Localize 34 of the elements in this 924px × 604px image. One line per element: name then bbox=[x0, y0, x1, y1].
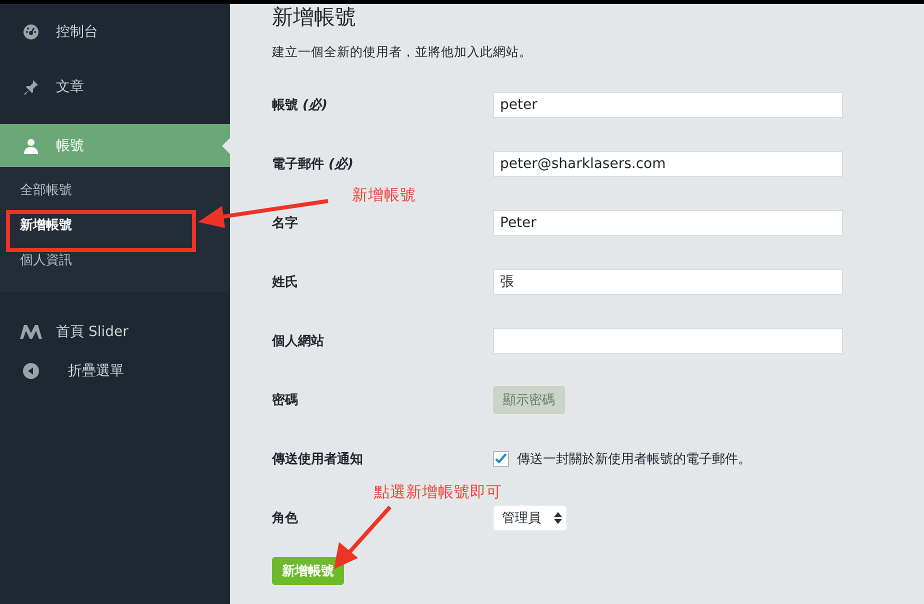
input-field[interactable]: 張 bbox=[493, 268, 843, 294]
checkbox-label: 傳送一封關於新使用者帳號的電子郵件。 bbox=[517, 450, 751, 468]
field-label: 帳號 (必) bbox=[272, 96, 328, 114]
sidebar-item[interactable]: 文章 bbox=[0, 59, 230, 114]
field-label: 姓氏 bbox=[272, 274, 299, 290]
pin-icon bbox=[23, 78, 39, 94]
annotation-arrow bbox=[334, 506, 392, 569]
user-icon bbox=[23, 138, 39, 154]
submenu-item[interactable]: 全部帳號 bbox=[0, 173, 230, 208]
role-select[interactable]: 管理員 bbox=[493, 504, 567, 530]
sidebar-item[interactable]: 首頁 Slider bbox=[0, 312, 230, 351]
checkbox[interactable] bbox=[493, 450, 509, 466]
input-field[interactable] bbox=[493, 328, 843, 354]
dropdown-arrows-icon bbox=[554, 512, 562, 524]
sidebar-item[interactable]: 折疊選單 bbox=[0, 351, 230, 390]
field-label: 個人網站 bbox=[272, 332, 325, 350]
annotation-text: 新增帳號 bbox=[352, 185, 416, 206]
field-label: 角色 bbox=[272, 510, 299, 526]
field-label: 電子郵件 (必) bbox=[272, 156, 354, 172]
input-field[interactable]: Peter bbox=[493, 210, 843, 236]
field-label: 傳送使用者通知 bbox=[272, 450, 364, 468]
page-title: 新增帳號 bbox=[272, 4, 357, 31]
field-label: 名字 bbox=[272, 214, 299, 232]
submenu-item[interactable]: 新增帳號 bbox=[0, 208, 230, 243]
input-field[interactable]: peter@sharklasers.com bbox=[493, 150, 843, 176]
logo-icon bbox=[20, 324, 42, 338]
field-label: 密碼 bbox=[272, 392, 299, 408]
submenu-item[interactable]: 個人資訊 bbox=[0, 243, 230, 278]
gauge-icon bbox=[23, 24, 39, 40]
page-description: 建立一個全新的使用者，並將他加入此網站。 bbox=[272, 44, 533, 61]
annotation-text: 點選新增帳號即可 bbox=[374, 482, 502, 503]
input-field[interactable]: peter bbox=[493, 92, 843, 118]
sidebar-item[interactable]: 控制台 bbox=[0, 4, 230, 59]
collapse-icon bbox=[23, 362, 39, 378]
